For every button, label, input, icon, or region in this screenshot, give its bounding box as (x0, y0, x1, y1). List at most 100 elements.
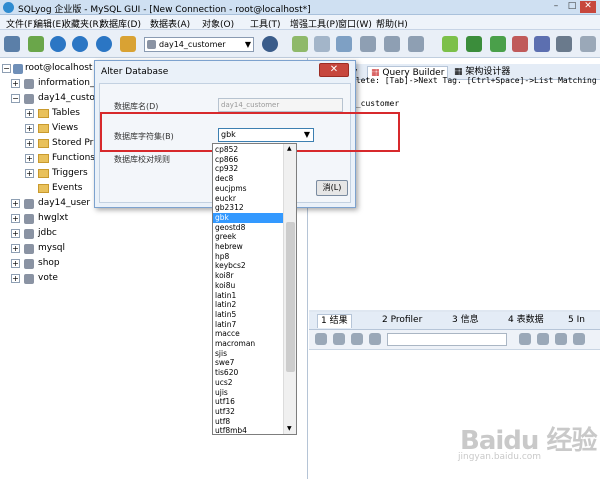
charset-option[interactable]: utf32 (213, 407, 284, 417)
backup-icon[interactable] (292, 36, 308, 52)
user-icon[interactable] (262, 36, 278, 52)
expander-icon[interactable]: + (11, 214, 20, 223)
tree-item[interactable]: day14_user (38, 197, 90, 210)
expander-icon[interactable]: + (25, 139, 34, 148)
expander-icon[interactable]: + (11, 274, 20, 283)
menu-item[interactable]: 文件(F) (6, 17, 36, 30)
menu-item[interactable]: 收藏夹(R) (62, 17, 102, 30)
charset-dropdown-list[interactable]: cp852 cp866 cp932 dec8 eucjpms euckr gb2312 gbk… (212, 143, 297, 435)
expander-icon[interactable]: + (25, 124, 34, 133)
tree-item[interactable]: jdbc (38, 227, 57, 240)
menu-item[interactable]: 增强工具(P) (290, 17, 338, 30)
charset-option[interactable]: utf16 (213, 397, 284, 407)
results-tool-icon[interactable] (333, 333, 345, 345)
tree-item[interactable]: Stored Pr (52, 137, 93, 150)
charset-option[interactable]: swe7 (213, 358, 284, 368)
scrollbar-thumb[interactable] (286, 222, 295, 372)
charset-option[interactable]: hp8 (213, 252, 284, 262)
charset-option[interactable]: ucs2 (213, 378, 284, 388)
tab-info[interactable]: 5 In (565, 314, 588, 328)
tree-item[interactable]: information_s (38, 77, 99, 90)
refresh-icon[interactable] (96, 36, 112, 52)
charset-option[interactable]: geostd8 (213, 223, 284, 233)
restore-icon[interactable] (314, 36, 330, 52)
results-tool-icon[interactable] (351, 333, 363, 345)
menu-item[interactable]: 帮助(H) (376, 17, 408, 30)
scroll-down-icon[interactable]: ▼ (287, 425, 292, 432)
menu-item[interactable]: 数据库(D) (100, 17, 141, 30)
menu-item[interactable]: 工具(T) (250, 17, 281, 30)
charset-option[interactable]: dec8 (213, 174, 284, 184)
expander-icon[interactable]: + (25, 109, 34, 118)
expander-icon[interactable]: − (2, 64, 11, 73)
charset-option[interactable]: gbk (213, 212, 284, 223)
expander-icon[interactable]: + (11, 259, 20, 268)
sync-icon[interactable] (442, 36, 458, 52)
charset-option[interactable]: latin5 (213, 310, 284, 320)
expander-icon[interactable]: + (25, 169, 34, 178)
connect-icon[interactable] (4, 36, 20, 52)
execute-all-icon[interactable] (72, 36, 88, 52)
import-icon[interactable] (336, 36, 352, 52)
tab-profiler[interactable]: 2 Profiler (379, 314, 425, 328)
charset-option[interactable]: cp866 (213, 155, 284, 165)
close-window-button[interactable]: ✕ (580, 1, 596, 13)
expander-icon[interactable]: + (11, 229, 20, 238)
tab-messages[interactable]: 3 信息 (449, 314, 482, 328)
charset-option[interactable]: ujis (213, 388, 284, 398)
charset-option[interactable]: eucjpms (213, 184, 284, 194)
charset-option[interactable]: cp852 (213, 145, 284, 155)
charset-option[interactable]: latin1 (213, 291, 284, 301)
charset-option[interactable]: hebrew (213, 242, 284, 252)
tree-item[interactable]: Tables (52, 107, 80, 120)
charset-option[interactable]: utf8 (213, 417, 284, 427)
charset-option[interactable]: euckr (213, 194, 284, 204)
table-icon[interactable] (360, 36, 376, 52)
results-tool-icon[interactable] (573, 333, 585, 345)
results-tool-icon[interactable] (369, 333, 381, 345)
results-tool-icon[interactable] (537, 333, 549, 345)
database-select[interactable]: day14_customer ▼ (144, 37, 254, 52)
charset-option[interactable]: macce (213, 329, 284, 339)
schema-icon[interactable] (120, 36, 136, 52)
tab-table-data[interactable]: 4 表数据 (505, 314, 547, 328)
notification-icon[interactable] (512, 36, 528, 52)
connection-root[interactable]: root@localhost (25, 62, 92, 75)
menu-item[interactable]: 对象(O) (202, 17, 234, 30)
charset-option[interactable]: gb2312 (213, 203, 284, 213)
charset-option[interactable]: cp932 (213, 164, 284, 174)
minimize-button[interactable]: – (548, 1, 564, 13)
editor-text[interactable]: 4_customer (351, 99, 399, 108)
tree-item[interactable]: Functions (52, 152, 95, 165)
tree-item[interactable]: Triggers (52, 167, 88, 180)
expander-icon[interactable]: − (11, 94, 20, 103)
monitor-icon[interactable] (556, 36, 572, 52)
execute-icon[interactable] (50, 36, 66, 52)
tree-item[interactable]: hwglxt (38, 212, 68, 225)
charset-option[interactable]: macroman (213, 339, 284, 349)
expander-icon[interactable]: + (11, 79, 20, 88)
schema-sync-icon[interactable] (466, 36, 482, 52)
tree-item[interactable]: shop (38, 257, 60, 270)
more-icon[interactable] (580, 36, 596, 52)
expander-icon[interactable]: + (25, 154, 34, 163)
charset-option[interactable]: utf8mb4 (213, 426, 284, 436)
tree-item[interactable]: vote (38, 272, 58, 285)
charset-option[interactable]: koi8r (213, 271, 284, 281)
charset-option[interactable]: sjis (213, 349, 284, 359)
job-agent-icon[interactable] (534, 36, 550, 52)
index-icon[interactable] (408, 36, 424, 52)
tree-item[interactable]: day14_custor (38, 92, 99, 105)
expander-icon[interactable]: + (11, 244, 20, 253)
tab-results[interactable]: 1 结果 (317, 314, 352, 328)
grid-icon[interactable] (384, 36, 400, 52)
charset-option[interactable]: koi8u (213, 281, 284, 291)
charset-option[interactable]: tis620 (213, 368, 284, 378)
results-tool-icon[interactable] (555, 333, 567, 345)
migration-icon[interactable] (490, 36, 506, 52)
expander-icon[interactable]: + (11, 199, 20, 208)
tree-item[interactable]: Views (52, 122, 78, 135)
charset-option[interactable]: greek (213, 232, 284, 242)
cancel-button[interactable]: 消(L) (316, 180, 348, 196)
results-filter-select[interactable] (387, 333, 507, 346)
